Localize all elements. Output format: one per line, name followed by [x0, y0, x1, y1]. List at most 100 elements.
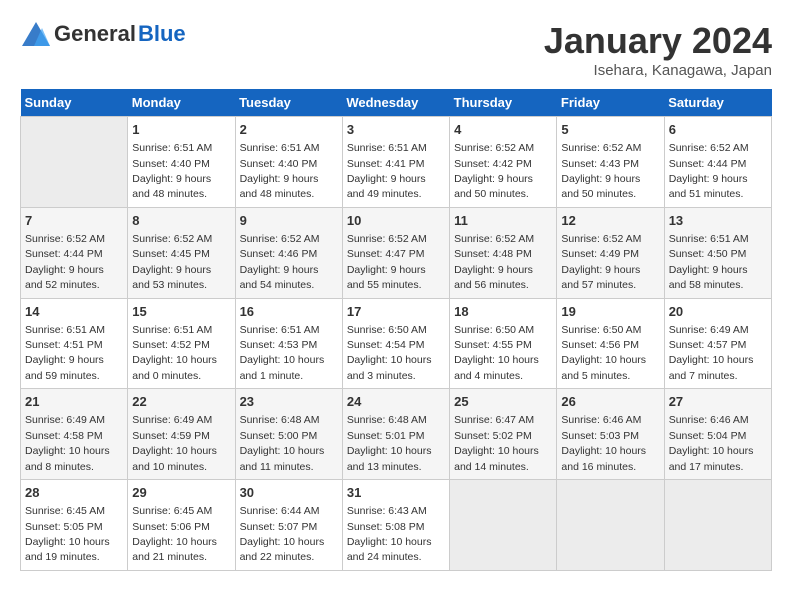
day-number: 31	[347, 484, 445, 502]
calendar-day: 17 Sunrise: 6:50 AMSunset: 4:54 PMDaylig…	[342, 298, 449, 389]
day-number: 23	[240, 393, 338, 411]
calendar-day: 30 Sunrise: 6:44 AMSunset: 5:07 PMDaylig…	[235, 480, 342, 571]
calendar-day: 11 Sunrise: 6:52 AMSunset: 4:48 PMDaylig…	[450, 207, 557, 298]
day-info: Sunrise: 6:50 AMSunset: 4:54 PMDaylight:…	[347, 324, 432, 382]
day-number: 30	[240, 484, 338, 502]
weekday-header: Monday	[128, 89, 235, 117]
day-info: Sunrise: 6:52 AMSunset: 4:44 PMDaylight:…	[669, 142, 749, 200]
calendar-header: SundayMondayTuesdayWednesdayThursdayFrid…	[21, 89, 772, 117]
weekday-header: Thursday	[450, 89, 557, 117]
weekday-header: Tuesday	[235, 89, 342, 117]
day-number: 15	[132, 303, 230, 321]
calendar-week: 21 Sunrise: 6:49 AMSunset: 4:58 PMDaylig…	[21, 389, 772, 480]
calendar-day: 26 Sunrise: 6:46 AMSunset: 5:03 PMDaylig…	[557, 389, 664, 480]
weekday-header: Friday	[557, 89, 664, 117]
day-number: 3	[347, 121, 445, 139]
weekday-row: SundayMondayTuesdayWednesdayThursdayFrid…	[21, 89, 772, 117]
day-number: 11	[454, 212, 552, 230]
day-number: 25	[454, 393, 552, 411]
day-info: Sunrise: 6:50 AMSunset: 4:56 PMDaylight:…	[561, 324, 646, 382]
logo-blue-text: Blue	[138, 21, 186, 47]
calendar-day: 16 Sunrise: 6:51 AMSunset: 4:53 PMDaylig…	[235, 298, 342, 389]
day-info: Sunrise: 6:52 AMSunset: 4:47 PMDaylight:…	[347, 233, 427, 291]
calendar-week: 14 Sunrise: 6:51 AMSunset: 4:51 PMDaylig…	[21, 298, 772, 389]
day-info: Sunrise: 6:49 AMSunset: 4:59 PMDaylight:…	[132, 414, 217, 472]
calendar-day: 24 Sunrise: 6:48 AMSunset: 5:01 PMDaylig…	[342, 389, 449, 480]
calendar-day: 23 Sunrise: 6:48 AMSunset: 5:00 PMDaylig…	[235, 389, 342, 480]
day-number: 13	[669, 212, 767, 230]
day-number: 4	[454, 121, 552, 139]
day-info: Sunrise: 6:46 AMSunset: 5:03 PMDaylight:…	[561, 414, 646, 472]
calendar-subtitle: Isehara, Kanagawa, Japan	[544, 62, 772, 79]
day-info: Sunrise: 6:45 AMSunset: 5:05 PMDaylight:…	[25, 505, 110, 563]
day-number: 26	[561, 393, 659, 411]
day-info: Sunrise: 6:52 AMSunset: 4:43 PMDaylight:…	[561, 142, 641, 200]
calendar-day: 13 Sunrise: 6:51 AMSunset: 4:50 PMDaylig…	[664, 207, 771, 298]
calendar-day	[450, 480, 557, 571]
logo-general-text: General	[54, 21, 136, 47]
logo-icon	[20, 20, 52, 48]
calendar-day	[21, 117, 128, 208]
day-number: 24	[347, 393, 445, 411]
day-number: 20	[669, 303, 767, 321]
calendar-day: 9 Sunrise: 6:52 AMSunset: 4:46 PMDayligh…	[235, 207, 342, 298]
day-info: Sunrise: 6:45 AMSunset: 5:06 PMDaylight:…	[132, 505, 217, 563]
day-number: 5	[561, 121, 659, 139]
calendar-day: 20 Sunrise: 6:49 AMSunset: 4:57 PMDaylig…	[664, 298, 771, 389]
day-number: 8	[132, 212, 230, 230]
day-number: 22	[132, 393, 230, 411]
day-info: Sunrise: 6:51 AMSunset: 4:53 PMDaylight:…	[240, 324, 325, 382]
day-number: 21	[25, 393, 123, 411]
day-info: Sunrise: 6:52 AMSunset: 4:44 PMDaylight:…	[25, 233, 105, 291]
day-number: 28	[25, 484, 123, 502]
day-number: 19	[561, 303, 659, 321]
day-info: Sunrise: 6:51 AMSunset: 4:40 PMDaylight:…	[240, 142, 320, 200]
day-info: Sunrise: 6:52 AMSunset: 4:46 PMDaylight:…	[240, 233, 320, 291]
calendar-week: 1 Sunrise: 6:51 AMSunset: 4:40 PMDayligh…	[21, 117, 772, 208]
day-info: Sunrise: 6:46 AMSunset: 5:04 PMDaylight:…	[669, 414, 754, 472]
calendar-day: 27 Sunrise: 6:46 AMSunset: 5:04 PMDaylig…	[664, 389, 771, 480]
day-number: 17	[347, 303, 445, 321]
day-info: Sunrise: 6:43 AMSunset: 5:08 PMDaylight:…	[347, 505, 432, 563]
calendar-day: 10 Sunrise: 6:52 AMSunset: 4:47 PMDaylig…	[342, 207, 449, 298]
day-info: Sunrise: 6:51 AMSunset: 4:52 PMDaylight:…	[132, 324, 217, 382]
day-number: 9	[240, 212, 338, 230]
day-info: Sunrise: 6:52 AMSunset: 4:48 PMDaylight:…	[454, 233, 534, 291]
title-block: January 2024 Isehara, Kanagawa, Japan	[544, 20, 772, 79]
day-number: 27	[669, 393, 767, 411]
calendar-week: 28 Sunrise: 6:45 AMSunset: 5:05 PMDaylig…	[21, 480, 772, 571]
day-info: Sunrise: 6:47 AMSunset: 5:02 PMDaylight:…	[454, 414, 539, 472]
day-info: Sunrise: 6:51 AMSunset: 4:51 PMDaylight:…	[25, 324, 105, 382]
calendar-day	[557, 480, 664, 571]
day-number: 18	[454, 303, 552, 321]
weekday-header: Wednesday	[342, 89, 449, 117]
calendar-day: 7 Sunrise: 6:52 AMSunset: 4:44 PMDayligh…	[21, 207, 128, 298]
day-info: Sunrise: 6:51 AMSunset: 4:50 PMDaylight:…	[669, 233, 749, 291]
calendar-day: 3 Sunrise: 6:51 AMSunset: 4:41 PMDayligh…	[342, 117, 449, 208]
calendar-day: 15 Sunrise: 6:51 AMSunset: 4:52 PMDaylig…	[128, 298, 235, 389]
day-number: 16	[240, 303, 338, 321]
day-info: Sunrise: 6:52 AMSunset: 4:42 PMDaylight:…	[454, 142, 534, 200]
day-info: Sunrise: 6:49 AMSunset: 4:57 PMDaylight:…	[669, 324, 754, 382]
day-number: 14	[25, 303, 123, 321]
calendar-day: 2 Sunrise: 6:51 AMSunset: 4:40 PMDayligh…	[235, 117, 342, 208]
day-info: Sunrise: 6:51 AMSunset: 4:41 PMDaylight:…	[347, 142, 427, 200]
day-number: 10	[347, 212, 445, 230]
day-number: 12	[561, 212, 659, 230]
calendar-table: SundayMondayTuesdayWednesdayThursdayFrid…	[20, 89, 772, 571]
calendar-day: 12 Sunrise: 6:52 AMSunset: 4:49 PMDaylig…	[557, 207, 664, 298]
calendar-title: January 2024	[544, 20, 772, 62]
calendar-day: 18 Sunrise: 6:50 AMSunset: 4:55 PMDaylig…	[450, 298, 557, 389]
calendar-day: 21 Sunrise: 6:49 AMSunset: 4:58 PMDaylig…	[21, 389, 128, 480]
day-info: Sunrise: 6:50 AMSunset: 4:55 PMDaylight:…	[454, 324, 539, 382]
day-info: Sunrise: 6:52 AMSunset: 4:49 PMDaylight:…	[561, 233, 641, 291]
logo: GeneralBlue	[20, 20, 186, 48]
calendar-day: 6 Sunrise: 6:52 AMSunset: 4:44 PMDayligh…	[664, 117, 771, 208]
page-header: GeneralBlue January 2024 Isehara, Kanaga…	[20, 20, 772, 79]
calendar-body: 1 Sunrise: 6:51 AMSunset: 4:40 PMDayligh…	[21, 117, 772, 571]
day-number: 2	[240, 121, 338, 139]
calendar-day: 5 Sunrise: 6:52 AMSunset: 4:43 PMDayligh…	[557, 117, 664, 208]
calendar-day: 28 Sunrise: 6:45 AMSunset: 5:05 PMDaylig…	[21, 480, 128, 571]
day-info: Sunrise: 6:51 AMSunset: 4:40 PMDaylight:…	[132, 142, 212, 200]
calendar-day: 22 Sunrise: 6:49 AMSunset: 4:59 PMDaylig…	[128, 389, 235, 480]
